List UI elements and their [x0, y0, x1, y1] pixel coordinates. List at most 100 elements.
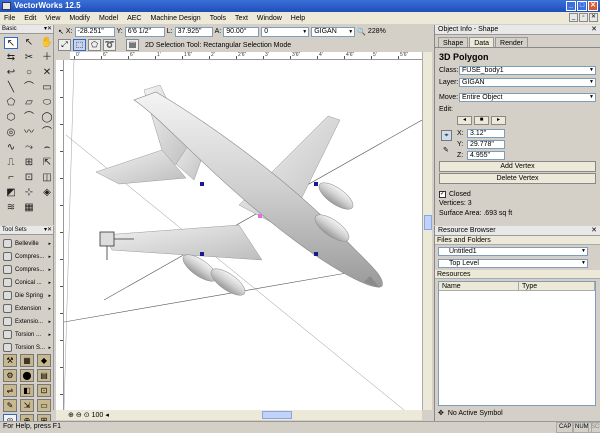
basic-tool-icon[interactable]: ▦	[22, 202, 36, 214]
basic-tool-icon[interactable]: ⌒	[40, 127, 54, 139]
basic-tool-icon[interactable]: ◈	[40, 187, 54, 199]
tool-set-item[interactable]: Torsion ... ▸	[0, 328, 53, 341]
basic-tool-icon[interactable]: ≋	[4, 202, 18, 214]
scroll-left-icon[interactable]: ◂	[105, 411, 109, 419]
vertex-y-field[interactable]: 29.778"	[467, 139, 505, 149]
zoom-icon[interactable]: 🔍	[357, 28, 366, 36]
delete-vertex-button[interactable]: Delete Vertex	[439, 173, 596, 184]
z-dropdown[interactable]: 0	[261, 26, 310, 37]
basic-tool-icon[interactable]: ↖	[4, 37, 18, 49]
basic-tool-icon[interactable]: ◫	[40, 172, 54, 184]
basic-tool-icon[interactable]: ◩	[4, 187, 18, 199]
basic-tool-icon[interactable]: ↖	[22, 37, 36, 49]
tool-set-button[interactable]: ◆	[37, 354, 51, 367]
resources-list[interactable]: Name Type	[438, 281, 596, 406]
col-type-header[interactable]: Type	[519, 282, 595, 290]
basic-tool-icon[interactable]: ⎍	[4, 157, 18, 169]
tool-set-item[interactable]: Torsion S... ▸	[0, 341, 53, 354]
selection-handle[interactable]	[314, 182, 318, 186]
level-dropdown[interactable]: Top Level	[438, 259, 588, 268]
doc-minimize-button[interactable]: _	[569, 13, 578, 22]
menu-model[interactable]: Model	[99, 15, 118, 22]
tool-set-button[interactable]: ⇲	[20, 399, 34, 412]
menu-tools[interactable]: Tools	[210, 15, 226, 22]
basic-tool-icon[interactable]: ∿	[4, 142, 18, 154]
tool-set-button[interactable]: ⊡	[37, 384, 51, 397]
menu-text[interactable]: Text	[235, 15, 248, 22]
l-field[interactable]: 37.925"	[174, 26, 213, 37]
next-vertex-button[interactable]: ▸	[491, 116, 506, 125]
tool-set-item[interactable]: Compres... ▸	[0, 250, 53, 263]
drawing-area[interactable]	[64, 60, 422, 410]
menu-view[interactable]: View	[45, 15, 60, 22]
tool-set-button[interactable]: ▤	[37, 369, 51, 382]
doc-close-button[interactable]: ✕	[589, 13, 598, 22]
tool-set-item[interactable]: Extensio... ▸	[0, 315, 53, 328]
menu-machine-design[interactable]: Machine Design	[151, 15, 201, 22]
doc-restore-button[interactable]: ▫	[579, 13, 588, 22]
tab-data[interactable]: Data	[469, 37, 495, 47]
horizontal-scroll-thumb[interactable]	[262, 411, 292, 419]
vertex-icon[interactable]: ⌖	[441, 130, 452, 141]
zoom-value[interactable]: 100	[92, 412, 104, 419]
basic-tool-icon[interactable]: ✋	[40, 37, 54, 49]
tool-set-item[interactable]: Extension ▸	[0, 302, 53, 315]
basic-tool-icon[interactable]: ╲	[4, 82, 18, 94]
class-dropdown[interactable]: FUSE_body1	[459, 66, 596, 75]
menu-modify[interactable]: Modify	[69, 15, 90, 22]
basic-tool-icon[interactable]: 〰	[22, 127, 36, 139]
tool-set-button[interactable]: ⚒	[3, 354, 17, 367]
basic-tool-icon[interactable]: ＋	[40, 52, 54, 64]
add-vertex-button[interactable]: Add Vertex	[439, 161, 596, 172]
tab-render[interactable]: Render	[495, 37, 529, 47]
selection-handle[interactable]	[200, 252, 204, 256]
basic-tool-icon[interactable]: ▭	[40, 82, 54, 94]
rect-select-mode-icon[interactable]: ⬚	[73, 39, 86, 51]
closed-checkbox[interactable]: ✓	[439, 190, 446, 198]
basic-tool-icon[interactable]: ⬠	[4, 97, 18, 109]
basic-tool-icon[interactable]	[40, 202, 54, 214]
tool-set-button[interactable]: ▦	[20, 354, 34, 367]
flyover-icon[interactable]: ⤢	[58, 39, 71, 51]
minimize-button[interactable]: _	[566, 1, 576, 11]
basic-tool-icon[interactable]: ✂	[22, 52, 36, 64]
basic-tool-icon[interactable]: ⬡	[4, 112, 18, 124]
maximize-button[interactable]: □	[577, 1, 587, 11]
zoom-in-icon[interactable]: ⊕	[68, 411, 74, 419]
tool-set-button[interactable]: ✎	[3, 399, 17, 412]
current-vertex-button[interactable]: ■	[474, 116, 489, 125]
basic-tool-icon[interactable]: ⌢	[40, 142, 54, 154]
y-field[interactable]: 6'6 1/2"	[124, 26, 165, 37]
vertical-scrollbar[interactable]	[422, 52, 432, 410]
col-name-header[interactable]: Name	[439, 282, 519, 290]
basic-tool-icon[interactable]: ▱	[22, 97, 36, 109]
menu-edit[interactable]: Edit	[24, 15, 36, 22]
basic-tool-icon[interactable]: ⬭	[40, 97, 54, 109]
zoom-out-icon[interactable]: ⊖	[76, 411, 82, 419]
menu-help[interactable]: Help	[291, 15, 305, 22]
basic-tool-icon[interactable]: ⤳	[22, 142, 36, 154]
selection-handle[interactable]	[200, 182, 204, 186]
tool-set-button[interactable]: ⚙	[3, 369, 17, 382]
menu-aec[interactable]: AEC	[127, 15, 141, 22]
close-button[interactable]: ✕	[588, 1, 598, 11]
tool-set-item[interactable]: Die Spring ▸	[0, 289, 53, 302]
menu-file[interactable]: File	[4, 15, 15, 22]
tool-set-button[interactable]: ⬤	[20, 369, 34, 382]
tool-set-button[interactable]: ◧	[20, 384, 34, 397]
basic-tool-icon[interactable]: ✕	[40, 67, 54, 79]
x-field[interactable]: -28.251"	[74, 26, 115, 37]
tool-set-item[interactable]: Conical ... ▸	[0, 276, 53, 289]
vertex-x-field[interactable]: 3.12"	[467, 128, 505, 138]
tab-shape[interactable]: Shape	[438, 37, 469, 47]
zoom-level[interactable]: 228%	[368, 28, 386, 35]
menu-window[interactable]: Window	[257, 15, 282, 22]
vertical-scroll-thumb[interactable]	[424, 215, 432, 230]
zoom-fit-icon[interactable]: ⊙	[84, 411, 90, 419]
lasso-select-mode-icon[interactable]: ➰	[103, 39, 116, 51]
poly-select-mode-icon[interactable]: ⬠	[88, 39, 101, 51]
basic-tool-icon[interactable]: ⌒	[22, 112, 36, 124]
a-field[interactable]: 90.00°	[223, 26, 260, 37]
symbol-gear-icon[interactable]: ✥	[438, 409, 444, 417]
basic-tool-icon[interactable]: ◎	[4, 127, 18, 139]
